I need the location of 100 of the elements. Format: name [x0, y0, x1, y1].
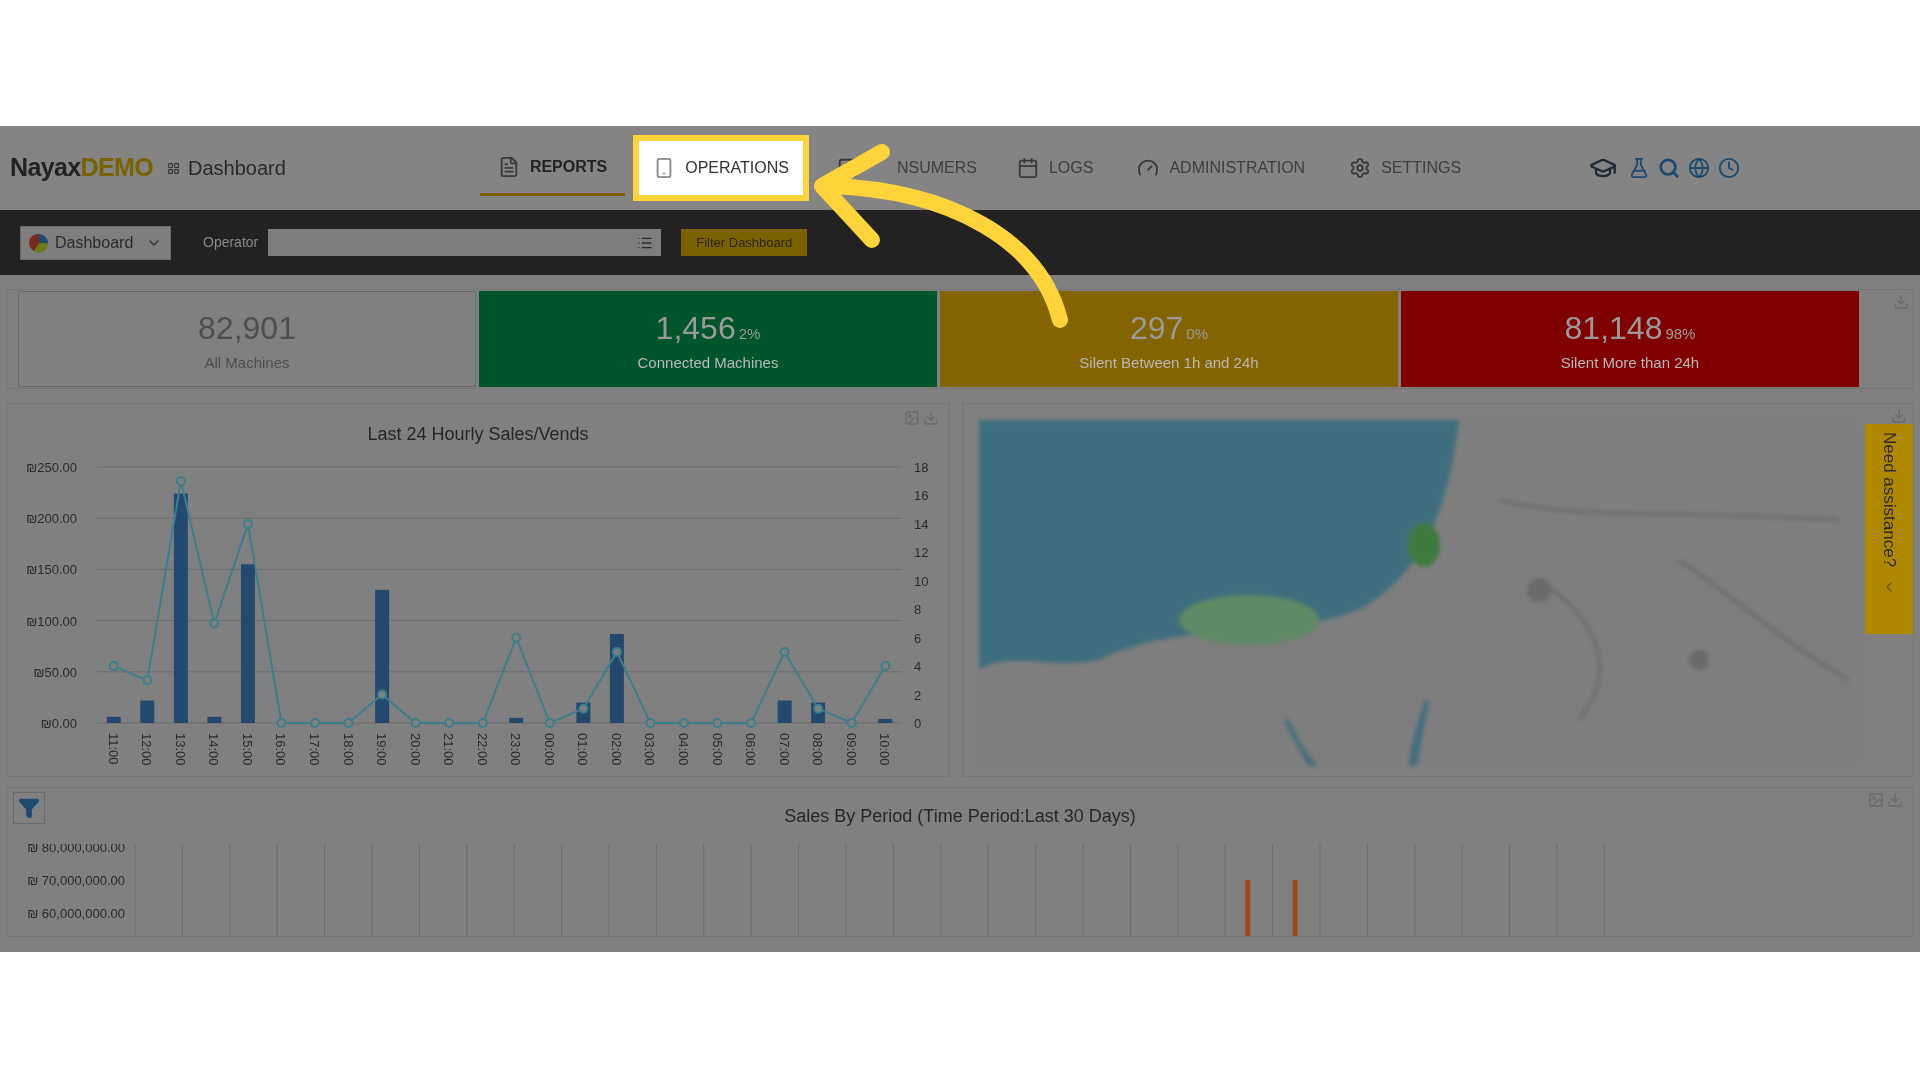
- data-point: [444, 718, 455, 728]
- pie-chart-icon: [29, 232, 49, 253]
- axis-label: 4: [914, 659, 922, 675]
- axis-label: 19:00: [374, 733, 390, 766]
- axis-label: 10:00: [877, 733, 893, 766]
- data-point: [544, 718, 555, 728]
- bars-drawing: [1245, 880, 1298, 936]
- axis-label: 10: [914, 573, 929, 589]
- axis-label: 03:00: [642, 733, 658, 766]
- nav-tab[interactable]: SETTINGS: [1331, 140, 1480, 196]
- axis-label: 05:00: [709, 733, 725, 766]
- data-point: [746, 718, 757, 728]
- globe-icon[interactable]: [1688, 157, 1710, 179]
- data-point: [779, 646, 790, 657]
- axis-label: 22:00: [474, 733, 490, 766]
- axis-label: 14: [914, 516, 929, 532]
- axis-label: 2: [914, 687, 922, 703]
- axis-label: 0: [914, 716, 922, 731]
- axis-label: 16:00: [273, 733, 289, 766]
- stat-percent: 0%: [1186, 323, 1209, 344]
- page-title: Dashboard: [188, 156, 286, 181]
- axis-label: 17:00: [307, 733, 322, 766]
- axis-label: 11:00: [105, 733, 121, 765]
- data-point: [578, 703, 589, 714]
- bar: [106, 716, 121, 723]
- data-point: [846, 718, 857, 728]
- data-point: [813, 703, 824, 714]
- data-point: [209, 618, 220, 629]
- data-point: [377, 689, 388, 700]
- data-point: [343, 718, 354, 728]
- assistance-tab[interactable]: Need assistance?: [1865, 424, 1913, 634]
- filter-dashboard-button[interactable]: Filter Dashboard: [681, 229, 808, 256]
- nav-tab[interactable]: OPERATIONS: [633, 135, 809, 201]
- nav-tab[interactable]: LOGS: [998, 140, 1112, 196]
- data-point: [679, 718, 689, 728]
- flask-icon[interactable]: [1628, 157, 1650, 179]
- data-point: [142, 675, 153, 686]
- axis-label: 13:00: [172, 733, 188, 766]
- chart-title: Sales By Period (Time Period:Last 30 Days): [784, 804, 1136, 828]
- axis-label: 06:00: [743, 733, 759, 766]
- axis-label: 18: [914, 460, 929, 475]
- axis-label: ₪100.00: [26, 613, 77, 629]
- nav-tab[interactable]: ADMINISTRATION: [1119, 140, 1324, 196]
- filter-icon[interactable]: [13, 792, 45, 824]
- data-point: [645, 718, 656, 728]
- stat-label: Silent Between 1h and 24h: [1079, 352, 1259, 373]
- grid-icon: [167, 161, 181, 175]
- operator-label: Operator: [203, 233, 259, 252]
- bar: [207, 716, 222, 723]
- operator-field[interactable]: [268, 229, 662, 256]
- data-point: [880, 661, 891, 672]
- axis-label: 21:00: [441, 733, 457, 766]
- axis-label: 09:00: [843, 733, 859, 766]
- data-point: [611, 646, 622, 657]
- dashboard-select[interactable]: Dashboard: [20, 225, 171, 260]
- data-point: [477, 718, 488, 728]
- axis-label: 12: [914, 545, 929, 561]
- calendar-icon: [1016, 157, 1039, 179]
- stat-label: Connected Machines: [637, 352, 779, 373]
- axis-label: ₪200.00: [26, 511, 77, 527]
- axis-label: ₪50.00: [33, 664, 77, 680]
- axis-label: 04:00: [676, 733, 691, 766]
- bar: [509, 717, 524, 723]
- data-point: [410, 718, 421, 728]
- data-point: [108, 661, 119, 672]
- axis-label: 07:00: [776, 733, 792, 766]
- axis-label: ₪ 70,000,000.00: [27, 873, 125, 888]
- download-icon[interactable]: [1891, 408, 1907, 424]
- bar: [878, 718, 893, 723]
- chart-title: Last 24 Hourly Sales/Vends: [367, 423, 589, 446]
- settings-icon: [1349, 157, 1372, 179]
- data-point: [511, 632, 522, 643]
- stat-percent: 98%: [1665, 323, 1696, 344]
- axis-label: 8: [914, 602, 922, 618]
- axis-label: ₪ 60,000,000.00: [27, 906, 125, 921]
- search-icon[interactable]: [1658, 157, 1680, 179]
- nav-tab[interactable]: REPORTS: [479, 140, 626, 196]
- axis-label: 15:00: [239, 733, 255, 766]
- axis-label: 01:00: [575, 733, 591, 766]
- clock-icon[interactable]: [1718, 157, 1740, 179]
- axis-label: ₪150.00: [26, 562, 77, 578]
- data-point: [712, 718, 723, 728]
- logo: NayaxDEMO: [10, 152, 154, 184]
- axis-label: 16: [914, 488, 929, 504]
- axis-label: 14:00: [206, 733, 222, 766]
- stat-label: Silent More than 24h: [1560, 352, 1700, 373]
- stat-value: 1,456: [655, 308, 736, 348]
- axis-label: 00:00: [541, 733, 557, 766]
- bar: [777, 700, 792, 723]
- axis-label: 08:00: [810, 733, 826, 766]
- stat-percent: 2%: [738, 323, 761, 344]
- axis-label: 18:00: [340, 733, 356, 766]
- axis-label: 23:00: [508, 733, 524, 766]
- axis-label: 6: [914, 630, 922, 646]
- axis-label: ₪250.00: [26, 460, 77, 475]
- axis-label: ₪0.00: [40, 716, 77, 731]
- stat-value: 297: [1129, 308, 1184, 348]
- axis-label: 20:00: [407, 733, 423, 766]
- axis-label: 02:00: [608, 733, 624, 766]
- data-point: [276, 718, 287, 728]
